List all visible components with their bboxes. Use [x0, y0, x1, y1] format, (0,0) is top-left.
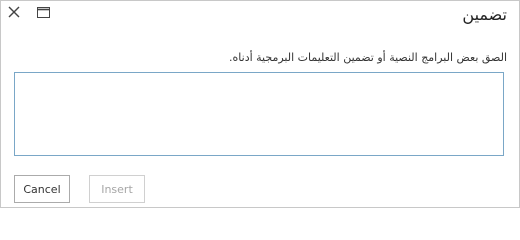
close-button[interactable]	[5, 3, 23, 21]
maximize-icon	[36, 6, 50, 18]
insert-button: Insert	[89, 175, 145, 203]
instruction-text: الصق بعض البرامج النصية أو تضمين التعليم…	[229, 51, 507, 64]
cancel-button[interactable]: Cancel	[14, 175, 70, 203]
dialog-title: تضمين	[462, 5, 507, 24]
close-icon	[8, 6, 20, 18]
maximize-button[interactable]	[35, 4, 51, 20]
embed-code-input[interactable]	[14, 72, 504, 156]
embed-dialog: تضمين الصق بعض البرامج النصية أو تضمين ا…	[0, 0, 520, 208]
